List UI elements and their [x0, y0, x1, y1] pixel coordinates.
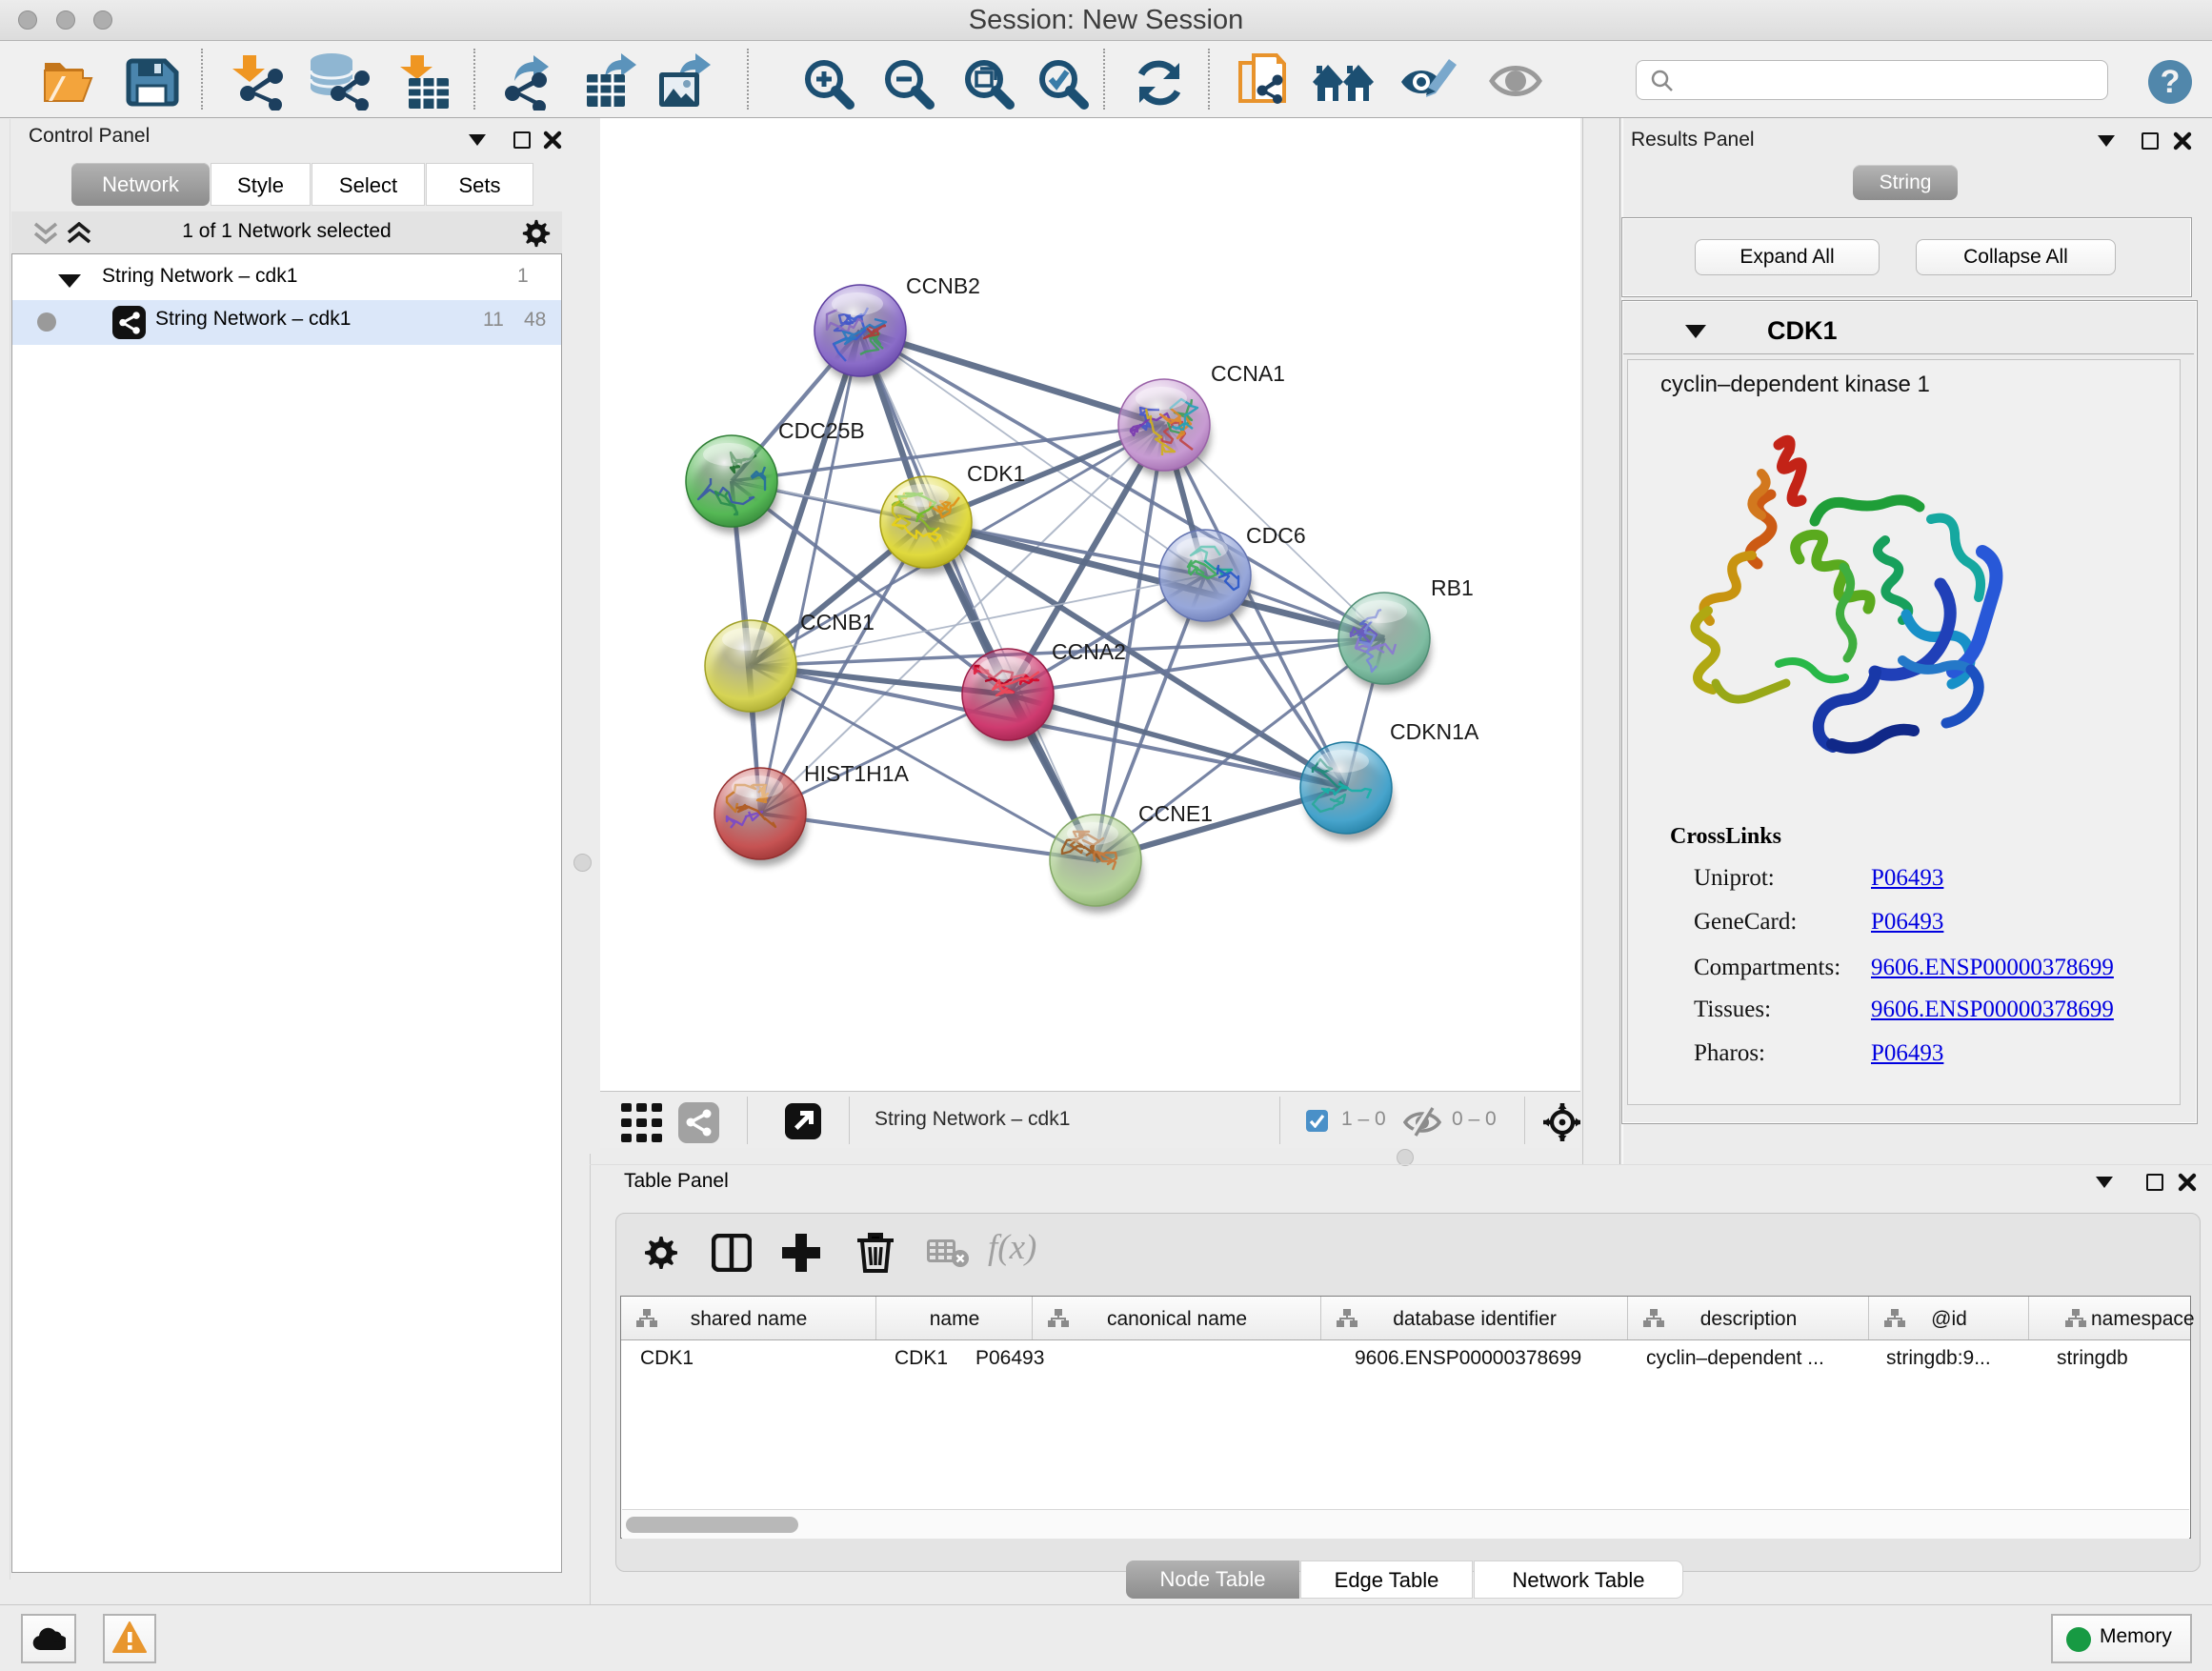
- svg-text:CCNB1: CCNB1: [800, 610, 875, 634]
- svg-text:CCNB2: CCNB2: [906, 273, 980, 298]
- svg-text:HIST1H1A: HIST1H1A: [804, 761, 910, 786]
- svg-text:CCNA2: CCNA2: [1052, 639, 1126, 664]
- svg-text:CDC6: CDC6: [1246, 523, 1306, 548]
- svg-text:CCNA1: CCNA1: [1211, 361, 1285, 386]
- svg-text:CCNE1: CCNE1: [1138, 801, 1213, 826]
- svg-text:RB1: RB1: [1431, 575, 1474, 600]
- svg-text:CDK1: CDK1: [967, 461, 1025, 486]
- svg-text:CDC25B: CDC25B: [778, 418, 865, 443]
- svg-text:CDKN1A: CDKN1A: [1390, 719, 1479, 744]
